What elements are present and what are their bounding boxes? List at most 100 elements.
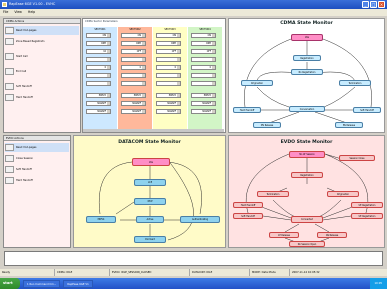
- evdo-state-ue-registration: UE Registration: [351, 202, 383, 208]
- status-ready: Ready: [0, 269, 55, 276]
- zone-icon: [5, 38, 14, 45]
- sector-field[interactable]: [121, 73, 146, 78]
- sector-field[interactable]: 10: [86, 49, 111, 54]
- sector-field[interactable]: NGSSPF: [191, 109, 216, 114]
- evdo-state-at-release: AT Release: [269, 232, 299, 238]
- sector-field[interactable]: RIPP: [121, 41, 146, 46]
- cdma-action-zone-reg[interactable]: Zone Based Registratn: [5, 37, 79, 46]
- window-title: RapEase 6GE V1.00 - EVHC: [9, 2, 56, 6]
- evdo-action-close-session[interactable]: Close Session: [5, 154, 69, 163]
- sector-field[interactable]: [156, 81, 181, 86]
- cdma-action-label: End Call: [16, 70, 27, 73]
- sector-field[interactable]: 0: [191, 65, 216, 70]
- cdma-action-label: Soft Handoff: [16, 85, 32, 88]
- sector-field[interactable]: RIPP: [86, 41, 111, 46]
- read-icon: [5, 27, 14, 34]
- evdo-state-origination: Origination: [327, 191, 359, 197]
- sector-field[interactable]: NGSSPF: [121, 101, 146, 106]
- sector-field[interactable]: 0: [121, 65, 146, 70]
- sector-field[interactable]: ON: [156, 33, 181, 38]
- sector-scrollbar[interactable]: [83, 129, 224, 132]
- sector-field[interactable]: ON: [191, 33, 216, 38]
- datacom-state-dormant: Dormant: [134, 236, 166, 243]
- taskbar-clock: 10:05: [369, 278, 387, 289]
- cdma-action-end-call[interactable]: End Call: [5, 67, 79, 76]
- status-datacom: DATACOM: IDLE: [190, 269, 250, 276]
- sector-field[interactable]: PREVX: [121, 93, 146, 98]
- evdo-state-connected: Connected: [291, 216, 323, 223]
- evdo-state-termination: Termination: [257, 191, 289, 197]
- evdo-state-no-session-open: No Session Open: [289, 241, 325, 247]
- start-button[interactable]: start: [0, 278, 20, 289]
- sector-field[interactable]: PREVX: [86, 93, 111, 98]
- read-icon: [5, 144, 14, 151]
- sector-field[interactable]: NGSSPF: [156, 101, 181, 106]
- taskbar: start 1 Run Command Cm... RapEase 6GE V1…: [0, 278, 387, 289]
- sector-field[interactable]: ON: [121, 33, 146, 38]
- evdo-state-session-close: Session Close: [339, 155, 375, 161]
- cdma-actions-panel: CDMA Actions Read Vnd-pages Zone Based R…: [3, 18, 81, 133]
- sector-field[interactable]: PREVX: [191, 93, 216, 98]
- sector-field[interactable]: [86, 81, 111, 86]
- sector-field[interactable]: 0: [156, 65, 181, 70]
- sector-field[interactable]: ON: [86, 33, 111, 38]
- cdma-action-soft-handoff[interactable]: Soft Handoff: [5, 82, 79, 91]
- sector-field[interactable]: NGSSPF: [86, 101, 111, 106]
- menu-view[interactable]: View: [14, 9, 22, 16]
- phone-icon: [5, 53, 14, 60]
- close-button[interactable]: ×: [378, 1, 385, 8]
- sector-field[interactable]: [121, 57, 146, 62]
- cdma-action-read[interactable]: Read Vnd-pages: [5, 26, 79, 35]
- log-output-box[interactable]: [4, 251, 383, 266]
- datacom-state-ipcp: IPCP: [134, 198, 166, 205]
- sector-field[interactable]: [191, 81, 216, 86]
- sector-field[interactable]: [191, 57, 216, 62]
- cdma-state-registration: Registration: [293, 55, 321, 61]
- taskbar-item[interactable]: RapEase 6GE V1: [63, 279, 93, 288]
- sector-field[interactable]: [86, 57, 111, 62]
- cdma-action-label: Hard Handoff: [16, 96, 33, 99]
- cdma-action-hard-handoff[interactable]: Hard Handoff: [5, 93, 79, 102]
- sector-field[interactable]: RIPP: [191, 41, 216, 46]
- sector-field[interactable]: [191, 73, 216, 78]
- menu-file[interactable]: File: [3, 9, 8, 16]
- cdma-action-label: Start Call: [16, 55, 28, 58]
- sector-field[interactable]: NGSSPF: [86, 109, 111, 114]
- sector-header: SECTOR1: [94, 28, 106, 31]
- sector-field[interactable]: OFF: [191, 49, 216, 54]
- menu-bar: File View Help: [0, 9, 387, 16]
- datacom-arrows: [98, 159, 202, 241]
- status-evdo: EVDO: IDLE_SESSION_CLOSED: [110, 269, 190, 276]
- sector-field[interactable]: NGSSPF: [156, 109, 181, 114]
- evdo-action-hard-handoff[interactable]: Hard Handoff: [5, 176, 69, 185]
- datacom-state-active: Active: [136, 216, 164, 223]
- minimize-button[interactable]: _: [362, 1, 369, 8]
- menu-help[interactable]: Help: [28, 9, 35, 16]
- sector-field[interactable]: RIPP: [156, 41, 181, 46]
- evdo-state-no-at-session: No AT Session: [289, 151, 325, 158]
- taskbar-item[interactable]: 1 Run Command Cm...: [23, 279, 61, 288]
- sector-field[interactable]: [121, 81, 146, 86]
- evdo-action-soft-handoff[interactable]: Soft Handoff: [5, 165, 69, 174]
- evdo-action-label: Hard Handoff: [16, 179, 33, 182]
- sector-field[interactable]: OFF: [156, 49, 181, 54]
- sector-field[interactable]: OFF: [121, 49, 146, 54]
- evdo-action-read[interactable]: Read Vnd-pages: [5, 143, 69, 152]
- sector-field[interactable]: [156, 57, 181, 62]
- evdo-actions-title: EVDO Actions: [4, 136, 70, 141]
- maximize-button[interactable]: □: [370, 1, 377, 8]
- sector-field[interactable]: [156, 73, 181, 78]
- evdo-state-hard-handoff: Hard Handoff: [233, 202, 263, 208]
- cdma-state-bs-release: BS Release: [335, 122, 363, 128]
- sector-field[interactable]: NGSSPF: [191, 101, 216, 106]
- sector-field[interactable]: [86, 73, 111, 78]
- handoff-icon: [5, 94, 14, 101]
- sector-field[interactable]: 0: [86, 65, 111, 70]
- evdo-state-soft-handoff: Soft Handoff: [233, 213, 263, 219]
- sector-field[interactable]: PREVX: [156, 93, 181, 98]
- sector-field[interactable]: NGSSPF: [121, 109, 146, 114]
- cdma-action-start-call[interactable]: Start Call: [5, 52, 79, 61]
- datacom-state-lcp: LCP: [134, 179, 166, 186]
- sector-header: SECTOR2: [129, 28, 141, 31]
- cdma-state-soft-handoff: Soft Handoff: [353, 107, 381, 113]
